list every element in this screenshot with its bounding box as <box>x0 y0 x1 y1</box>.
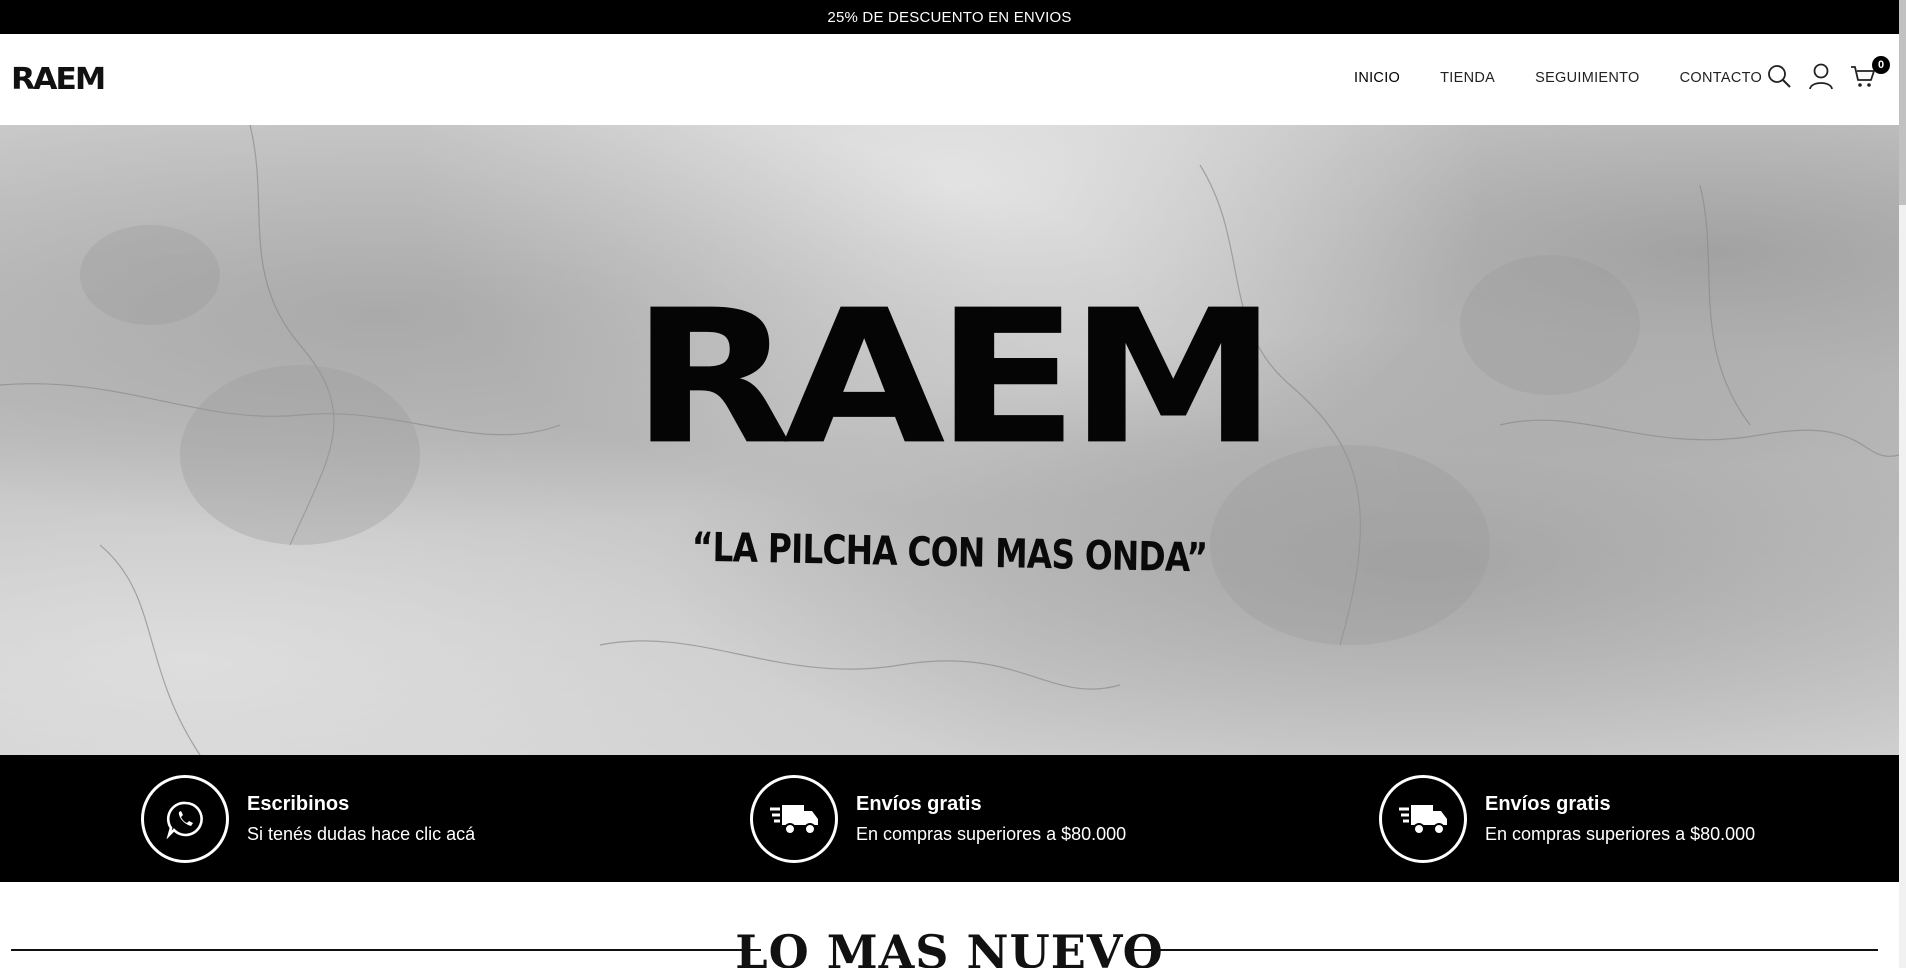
feature-subtitle: En compras superiores a $80.000 <box>1485 824 1756 844</box>
search-icon[interactable] <box>1766 62 1792 90</box>
logo[interactable]: RAEM <box>11 62 106 97</box>
nav-item-inicio[interactable]: INICIO <box>1354 70 1400 86</box>
cart-icon[interactable]: 0 <box>1850 56 1890 90</box>
header-icons: 0 <box>1766 56 1890 90</box>
page-scrollbar[interactable] <box>1899 0 1906 968</box>
hero-title: RAEM <box>631 269 1278 486</box>
feature-shipping: Envíos gratis En compras superiores a $8… <box>1379 775 1755 863</box>
whatsapp-icon[interactable] <box>141 775 229 863</box>
page: 25% DE DESCUENTO EN ENVIOS RAEM INICIO T… <box>0 0 1899 968</box>
scrollbar-thumb[interactable] <box>1899 0 1906 205</box>
feature-shipping: Envíos gratis En compras superiores a $8… <box>750 775 1126 863</box>
nav-item-tienda[interactable]: TIENDA <box>1440 70 1495 86</box>
site-header: RAEM INICIO TIENDA SEGUIMIENTO CONTACTO … <box>0 34 1899 125</box>
feature-subtitle: En compras superiores a $80.000 <box>856 824 1127 844</box>
section-title: LO MAS NUEVO <box>735 925 1164 968</box>
hero-banner: RAEM “LA PILCHA CON MAS ONDA” <box>0 125 1899 755</box>
user-icon[interactable] <box>1808 62 1834 90</box>
announcement-bar: 25% DE DESCUENTO EN ENVIOS <box>0 0 1899 34</box>
feature-title: Escribinos <box>247 793 350 815</box>
feature-title: Envíos gratis <box>856 793 982 815</box>
announcement-text: 25% DE DESCUENTO EN ENVIOS <box>827 8 1072 26</box>
cart-count-badge: 0 <box>1872 56 1890 74</box>
feature-subtitle: Si tenés dudas hace clic acá <box>247 824 476 844</box>
nav-item-seguimiento[interactable]: SEGUIMIENTO <box>1535 70 1640 86</box>
nav-item-contacto[interactable]: CONTACTO <box>1680 70 1762 86</box>
feature-whatsapp[interactable]: Escribinos Si tenés dudas hace clic acá <box>141 775 475 863</box>
delivery-truck-icon <box>750 775 838 863</box>
delivery-truck-icon <box>1379 775 1467 863</box>
feature-title: Envíos gratis <box>1485 793 1611 815</box>
main-nav: INICIO TIENDA SEGUIMIENTO CONTACTO <box>1354 70 1762 86</box>
new-products-section: LO MAS NUEVO <box>0 905 1899 968</box>
features-band: Escribinos Si tenés dudas hace clic acá … <box>0 755 1899 882</box>
